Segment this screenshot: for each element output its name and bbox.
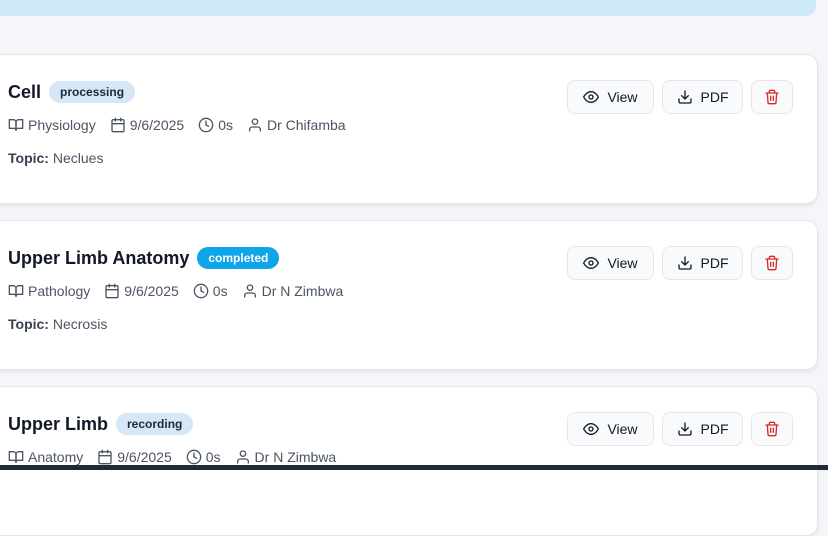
date-meta: 9/6/2025 [97,449,172,465]
delete-button[interactable] [751,412,793,446]
taskbar-edge [0,465,828,470]
book-icon [8,451,24,463]
delete-button[interactable] [751,246,793,280]
recording-card: Cell processing Physiology 9/6/2025 0s D… [0,54,818,204]
topic-row: Topic: Neclues [8,150,103,166]
topic-row: Topic: Necrosis [8,316,107,332]
date-meta: 9/6/2025 [104,283,179,299]
user-icon [236,450,249,464]
recording-title[interactable]: Upper Limb Anatomy [8,248,189,269]
trash-icon [765,421,779,437]
view-label: View [607,255,638,271]
calendar-icon [105,283,119,299]
subject-text: Physiology [28,117,96,133]
clock-icon [198,117,214,133]
subject-text: Anatomy [28,449,84,465]
duration-meta: 0s [186,449,221,465]
meta-row: Anatomy 9/6/2025 0s Dr N Zimbwa [8,449,336,465]
trash-icon [765,255,779,271]
trash-icon [765,89,779,105]
view-button[interactable]: View [567,246,654,280]
pdf-label: PDF [700,89,729,105]
recording-title[interactable]: Cell [8,82,41,103]
user-icon [243,284,256,298]
view-label: View [607,421,638,437]
pdf-button[interactable]: PDF [662,246,743,280]
delete-button[interactable] [751,80,793,114]
subject-text: Pathology [28,283,91,299]
calendar-icon [98,449,112,465]
meta-row: Pathology 9/6/2025 0s Dr N Zimbwa [8,283,343,299]
pdf-label: PDF [700,421,729,437]
lecturer-text: Dr N Zimbwa [254,449,337,465]
status-badge: completed [197,247,280,269]
subject-meta: Pathology [8,283,90,299]
date-text: 9/6/2025 [117,449,172,465]
calendar-icon [111,117,125,133]
book-icon [8,119,24,131]
clock-icon [193,283,209,299]
card-header: Upper Limb recording [8,413,194,435]
lecturer-text: Dr Chifamba [267,117,346,133]
date-text: 9/6/2025 [129,117,185,133]
pdf-button[interactable]: PDF [662,412,743,446]
eye-icon [583,257,600,269]
subject-meta: Physiology [8,117,96,133]
eye-icon [583,91,600,103]
recording-card: Upper Limb Anatomy completed Pathology 9… [0,220,818,370]
recording-title[interactable]: Upper Limb [8,414,108,435]
status-badge: recording [116,413,194,435]
date-text: 9/6/2025 [124,283,179,299]
card-header: Upper Limb Anatomy completed [8,247,280,269]
duration-meta: 0s [198,117,233,133]
topic-label: Topic: [8,316,49,332]
duration-meta: 0s [193,283,228,299]
recording-card: Upper Limb recording Anatomy 9/6/2025 0s… [0,386,818,536]
duration-text: 0s [212,283,228,299]
lecturer-meta: Dr N Zimbwa [235,449,337,465]
status-badge: processing [49,81,136,103]
clock-icon [186,449,202,465]
date-meta: 9/6/2025 [110,117,185,133]
lecturer-text: Dr N Zimbwa [261,283,344,299]
pdf-button[interactable]: PDF [662,80,743,114]
lecturer-meta: Dr N Zimbwa [242,283,344,299]
download-icon [677,90,692,104]
duration-text: 0s [205,449,221,465]
user-icon [249,118,261,132]
subject-meta: Anatomy [8,449,83,465]
download-icon [677,422,692,436]
view-button[interactable]: View [567,412,654,446]
meta-row: Physiology 9/6/2025 0s Dr Chifamba [8,117,346,133]
eye-icon [583,423,600,435]
lecturer-meta: Dr Chifamba [247,117,346,133]
topic-text: Neclues [52,150,104,166]
book-icon [8,285,24,297]
topic-label: Topic: [8,150,49,166]
duration-text: 0s [218,117,233,133]
card-header: Cell processing [8,81,136,103]
view-label: View [607,89,638,105]
view-button[interactable]: View [567,80,654,114]
topic-text: Necrosis [52,316,108,332]
pdf-label: PDF [700,255,729,271]
download-icon [677,256,692,270]
top-banner [0,0,816,16]
